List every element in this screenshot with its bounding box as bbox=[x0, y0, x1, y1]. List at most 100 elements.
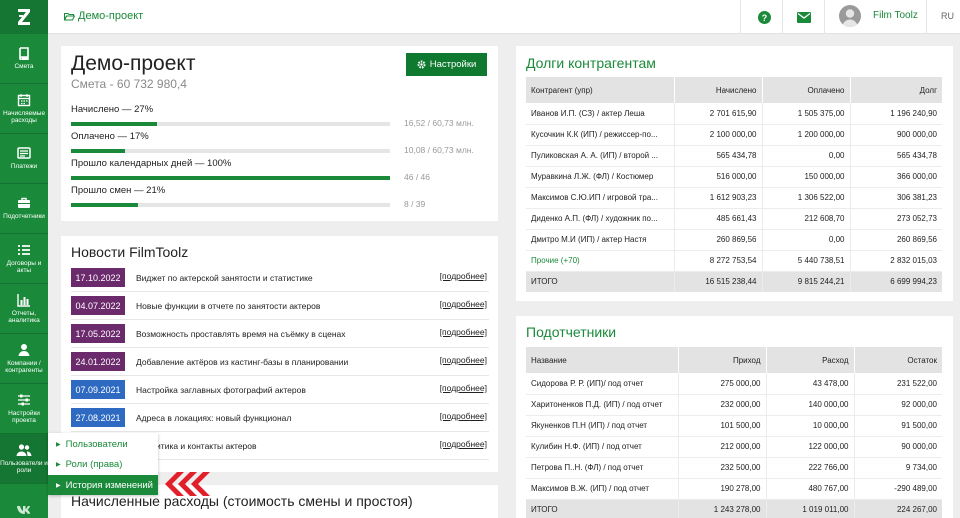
settings-button[interactable]: Настройки bbox=[406, 53, 487, 76]
table-row[interactable]: Харитоненков П.Д. (ИП) / под отчет 232 00… bbox=[526, 394, 942, 416]
users-icon bbox=[16, 443, 32, 460]
page-title: Демо-проект bbox=[71, 52, 196, 75]
table-row[interactable]: Сидорова Р. Р. (ИП)/ под отчет 275 000,00… bbox=[526, 373, 942, 395]
menu-item-2[interactable]: ▶ Роли (права) bbox=[48, 455, 158, 475]
table-cell: Иванов И.П. (СЗ) / актер Леша bbox=[526, 103, 675, 125]
progress-fill bbox=[71, 203, 138, 207]
column-header[interactable]: Контрагент (упр) bbox=[526, 77, 675, 103]
news-more-link[interactable]: [подробнее] bbox=[440, 383, 487, 393]
sidebar-item-5[interactable]: Договоры и акты bbox=[0, 234, 48, 284]
sidebar-item-1[interactable]: Смета bbox=[0, 34, 48, 84]
sidebar-item-9[interactable]: Пользователи и роли bbox=[0, 434, 48, 484]
sidebar-item-2[interactable]: Начисляемые расходы bbox=[0, 84, 48, 134]
column-header[interactable]: Остаток bbox=[854, 347, 942, 373]
table-cell: 9 734,00 bbox=[854, 457, 942, 479]
table-cell: 1 200 000,00 bbox=[762, 124, 851, 146]
table-row[interactable]: Дмитро М.И (ИП) / актер Настя 260 869,56 0… bbox=[526, 229, 942, 251]
table-row[interactable]: Максимов В.Ж. (ИП) / под отчет 190 278,00… bbox=[526, 478, 942, 500]
progress-label: Прошло календарных дней — 100% bbox=[71, 158, 232, 169]
breadcrumb[interactable]: Демо-проект bbox=[64, 10, 143, 22]
table-row[interactable]: Кулибин Н.Ф. (ИП) / под отчет 212 000,00 1… bbox=[526, 436, 942, 458]
progress-track bbox=[71, 176, 390, 180]
news-more-link[interactable]: [подробнее] bbox=[440, 355, 487, 365]
column-header[interactable]: Расход bbox=[766, 347, 855, 373]
table-cell: Максимов С.Ю.ИП / игровой тра... bbox=[526, 187, 675, 209]
news-item: 17.10.2022 Виджет по актерской занятости … bbox=[71, 264, 489, 292]
table-cell: Петрова П..Н. (ФЛ) / под отчет bbox=[526, 457, 679, 479]
divider bbox=[926, 0, 927, 34]
table-cell: 222 766,00 bbox=[766, 457, 855, 479]
table-cell: 306 381,23 bbox=[850, 187, 942, 209]
user-name[interactable]: Film Toolz bbox=[873, 10, 918, 21]
settings-button-label: Настройки bbox=[429, 59, 477, 70]
table-row[interactable]: Максимов С.Ю.ИП / игровой тра... 1 612 90… bbox=[526, 187, 942, 209]
table-cell: 1 196 240,90 bbox=[850, 103, 942, 125]
menu-item-label: Роли (права) bbox=[65, 459, 123, 470]
column-header[interactable]: Долг bbox=[850, 77, 942, 103]
progress-value: 46 / 46 bbox=[404, 172, 430, 182]
table-cell: 2 100 000,00 bbox=[674, 124, 763, 146]
total-cell: 1 243 278,00 bbox=[678, 499, 767, 518]
total-cell: 6 699 994,23 bbox=[850, 271, 942, 292]
news-more-link[interactable]: [подробнее] bbox=[440, 439, 487, 449]
table-row[interactable]: Иванов И.П. (СЗ) / актер Леша 2 701 615,9… bbox=[526, 103, 942, 125]
sidebar-item-4[interactable]: Подотчетники bbox=[0, 184, 48, 234]
sidebar-item-8[interactable]: Настройки проекта bbox=[0, 384, 48, 434]
table-cell: Харитоненков П.Д. (ИП) / под отчет bbox=[526, 394, 679, 416]
table-cell: 43 478,00 bbox=[766, 373, 855, 395]
wallet-icon bbox=[17, 146, 31, 163]
news-item: 04.07.2022 Новые функции в отчете по заня… bbox=[71, 292, 489, 320]
progress-row: Оплачено — 17% 10,08 / 60,73 млн. bbox=[71, 131, 481, 155]
progress-fill bbox=[71, 122, 158, 126]
table-cell: 900 000,00 bbox=[850, 124, 942, 146]
table-row[interactable]: Диденко А.П. (ФЛ) / художник по... 485 66… bbox=[526, 208, 942, 230]
news-more-link[interactable]: [подробнее] bbox=[440, 299, 487, 309]
table-row[interactable]: Петрова П..Н. (ФЛ) / под отчет 232 500,00… bbox=[526, 457, 942, 479]
calendar-icon bbox=[17, 93, 31, 110]
table-row[interactable]: Пуликовская А. А. (ИП) / второй ... 565 4… bbox=[526, 145, 942, 167]
avatar[interactable] bbox=[839, 5, 861, 27]
table-row[interactable]: Прочие (+70) 8 272 753,54 5 440 738,51 2 83… bbox=[526, 250, 942, 272]
vk-icon[interactable] bbox=[0, 500, 48, 518]
gear-icon bbox=[417, 60, 426, 69]
sidebar-item-7[interactable]: Компании / контрагенты bbox=[0, 334, 48, 384]
total-cell: ИТОГО bbox=[526, 499, 679, 518]
news-more-link[interactable]: [подробнее] bbox=[440, 327, 487, 337]
menu-item-3[interactable]: ▶ История изменений bbox=[48, 475, 158, 495]
table-cell: 1 612 903,23 bbox=[674, 187, 763, 209]
news-item: 17.05.2022 Возможность проставлять время … bbox=[71, 320, 489, 348]
sidebar-item-label: Подотчетники bbox=[3, 213, 45, 221]
top-bar: Демо-проект ? Film Toolz RU bbox=[48, 0, 960, 34]
sidebar-item-3[interactable]: Платежи bbox=[0, 134, 48, 184]
table-cell: 275 000,00 bbox=[678, 373, 767, 395]
menu-item-1[interactable]: ▶ Пользователи bbox=[48, 434, 158, 454]
accrued-expenses-title: Начисленные расходы (стоимость смены и п… bbox=[71, 493, 413, 509]
column-header[interactable]: Оплачено bbox=[762, 77, 851, 103]
breadcrumb-project[interactable]: Демо-проект bbox=[78, 10, 143, 22]
sidebar-item-6[interactable]: Отчеты, аналитика bbox=[0, 284, 48, 334]
debts-table: Контрагент (упр) Начислено Оплачено Долг Ив… bbox=[526, 77, 942, 292]
users-roles-menu: ▶ Пользователи ▶ Роли (права) ▶ История измен… bbox=[48, 433, 158, 495]
table-cell: 1 306 522,00 bbox=[762, 187, 851, 209]
help-icon[interactable]: ? bbox=[754, 8, 774, 26]
filmtoolz-logo[interactable] bbox=[0, 0, 48, 34]
table-cell: Пуликовская А. А. (ИП) / второй ... bbox=[526, 145, 675, 167]
debts-title: Долги контрагентам bbox=[526, 55, 656, 71]
mail-icon[interactable] bbox=[794, 8, 814, 26]
table-row[interactable]: Якуненков П.Н (ИП) / под отчет 101 500,00… bbox=[526, 415, 942, 437]
project-card: Демо-проект Смета - 60 732 980,4 Настрой… bbox=[61, 46, 498, 221]
table-cell: 140 000,00 bbox=[766, 394, 855, 416]
table-row[interactable]: Кусочкин К.К (ИП) / режиссер-по... 2 100 … bbox=[526, 124, 942, 146]
table-row[interactable]: Муравкина Л.Ж. (ФЛ) / Костюмер 516 000,00… bbox=[526, 166, 942, 188]
news-more-link[interactable]: [подробнее] bbox=[440, 411, 487, 421]
language-selector[interactable]: RU bbox=[941, 11, 954, 21]
column-header[interactable]: Приход bbox=[678, 347, 767, 373]
sidebar-item-label: Договоры и акты bbox=[6, 259, 42, 275]
progress-fill bbox=[71, 176, 390, 180]
news-more-link[interactable]: [подробнее] bbox=[440, 271, 487, 281]
sidebar-item-label: Платежи bbox=[10, 163, 38, 171]
divider bbox=[740, 0, 741, 34]
column-header[interactable]: Название bbox=[526, 347, 679, 373]
column-header[interactable]: Начислено bbox=[674, 77, 763, 103]
news-item: 07.09.2021 Настройка заглавных фотографий… bbox=[71, 376, 489, 404]
